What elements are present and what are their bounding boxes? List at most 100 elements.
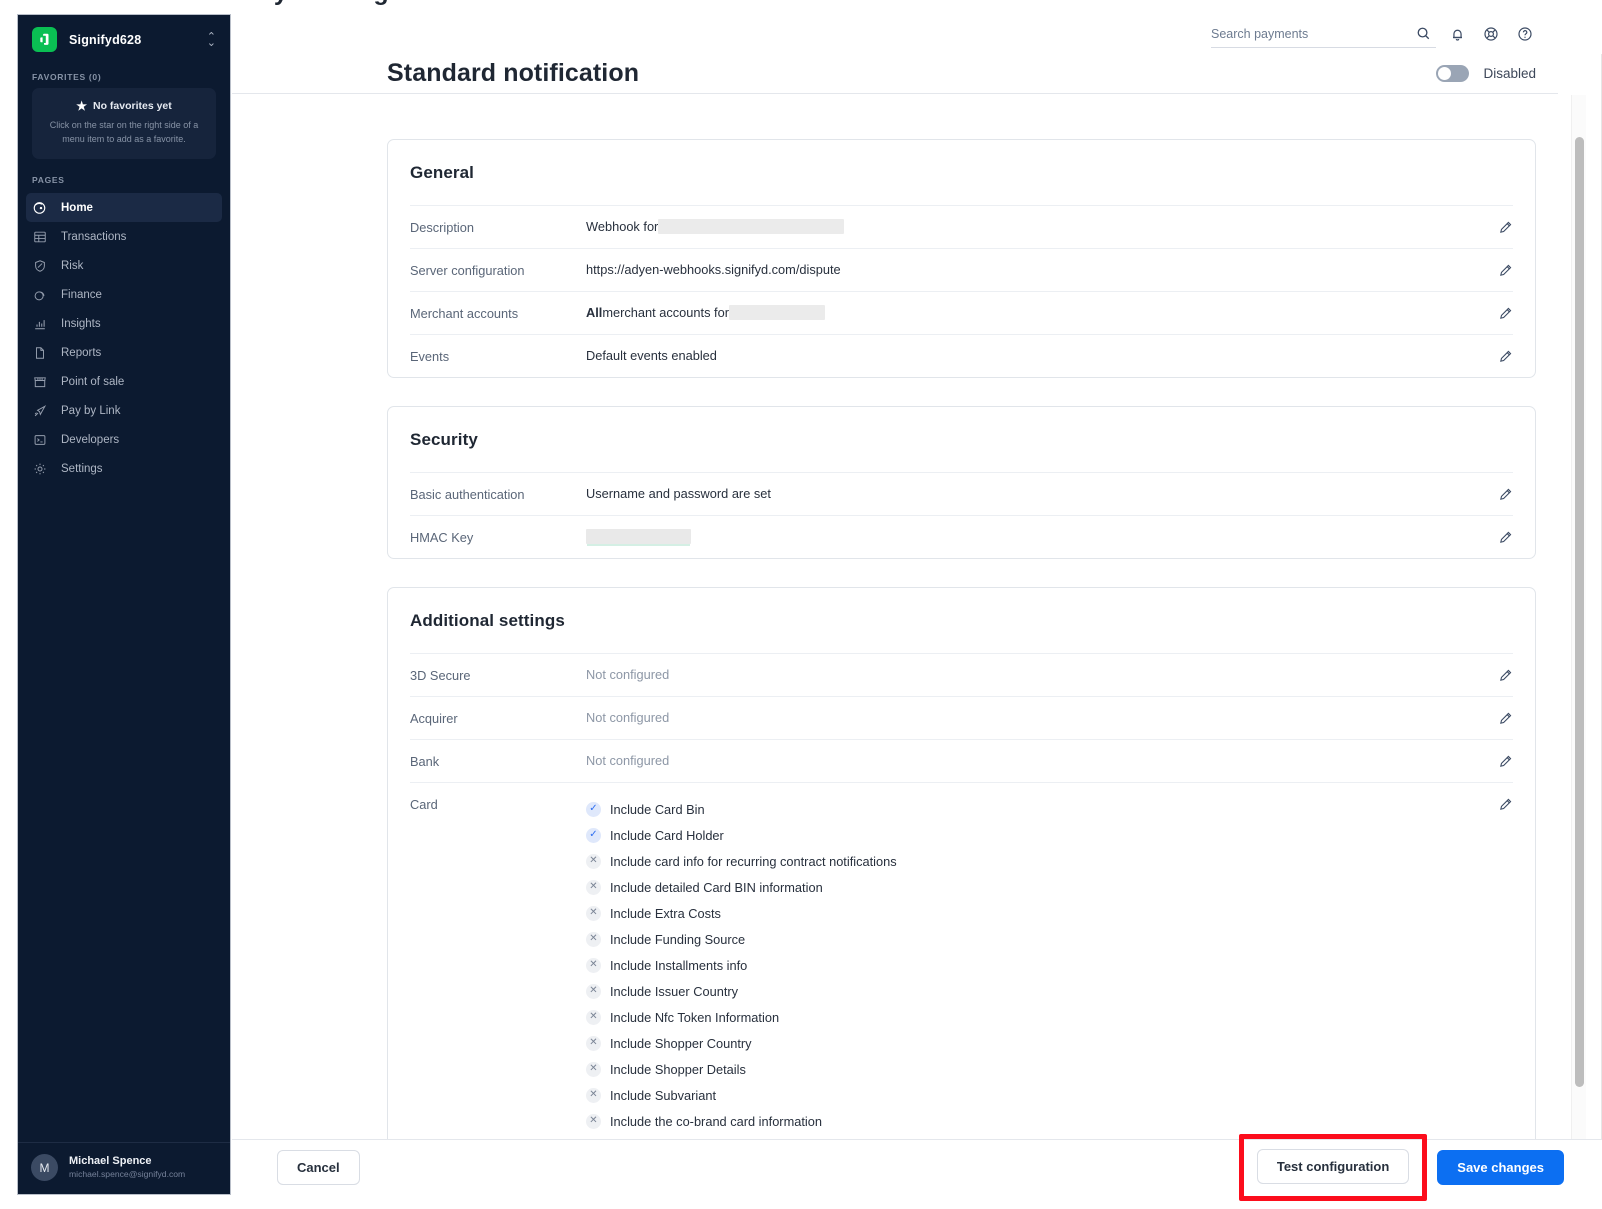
home-icon [32,200,47,215]
card-option[interactable]: ✕ Include Funding Source [586,926,1487,952]
sidebar-item-label: Insights [61,317,101,330]
row-label: Description [410,220,475,235]
card-option[interactable]: ✕ Include detailed Card BIN information [586,874,1487,900]
row-label: Events [410,349,450,364]
sidebar-item-settings[interactable]: Settings [18,454,230,483]
row-acquirer: Acquirer Not configured [410,696,1513,739]
help-icon[interactable] [1508,17,1542,51]
cross-icon: ✕ [586,983,601,999]
favorites-empty-desc: Click on the star on the right side of a… [49,120,199,144]
favorites-empty-title-text: No favorites yet [92,100,172,112]
row-value: Not configured [586,753,670,768]
card-option[interactable]: ✕ Include Nfc Token Information [586,1004,1487,1030]
row-hmac-key: HMAC Key [410,515,1513,558]
favorites-empty-card: ★ No favorites yet Click on the star on … [32,88,216,159]
scrollbar-thumb[interactable] [1575,137,1584,1087]
card-option[interactable]: ✕ Include Shopper Details [586,1056,1487,1082]
chevron-up-down-icon[interactable]: ⌃ ⌄ [207,31,216,48]
sidebar-item-reports[interactable]: Reports [18,338,230,367]
table-icon [32,229,47,244]
row-label: HMAC Key [410,530,474,545]
support-icon[interactable] [1474,17,1508,51]
card-option-label: Include Shopper Details [610,1061,746,1077]
sidebar-item-label: Settings [61,462,103,475]
pencil-icon[interactable] [1487,305,1513,321]
cross-icon: ✕ [586,1113,601,1129]
row-value: Default events enabled [586,348,717,363]
security-heading: Security [410,430,478,449]
org-switcher[interactable]: Signifyd628 ⌃ ⌄ [18,15,230,56]
enable-toggle[interactable] [1436,65,1470,82]
sidebar-item-point-of-sale[interactable]: Point of sale [18,367,230,396]
card-option-label: Include detailed Card BIN information [610,879,823,895]
pencil-icon[interactable] [1487,486,1513,502]
card-option[interactable]: ✕ Include Extra Costs [586,900,1487,926]
row-bank: Bank Not configured [410,739,1513,782]
row-label: Acquirer [410,711,458,726]
row-label: Bank [410,754,440,769]
sidebar-item-insights[interactable]: Insights [18,309,230,338]
row-server-configuration: Server configuration https://adyen-webho… [410,248,1513,291]
pencil-icon[interactable] [1487,262,1513,278]
search-input[interactable] [1211,26,1410,41]
pencil-icon[interactable] [1487,529,1513,545]
enable-toggle-group: Disabled [1436,65,1536,82]
sidebar-item-transactions[interactable]: Transactions [18,222,230,251]
sidebar-item-developers[interactable]: Developers [18,425,230,454]
cross-icon: ✕ [586,957,601,973]
pencil-icon[interactable] [1487,710,1513,726]
row-card: Card ✓ Include Card Bin ✓ Include Card Hol… [410,782,1513,1139]
card-option[interactable]: ✕ Include Subvariant [586,1082,1487,1108]
search-box[interactable] [1211,20,1436,48]
row-merchant-accounts: Merchant accounts All merchant accounts … [410,291,1513,334]
bell-icon[interactable] [1440,17,1474,51]
gear-icon [32,461,47,476]
pencil-icon[interactable] [1487,348,1513,364]
card-option-label: Include Funding Source [610,931,746,947]
card-option[interactable]: ✕ Include card info for recurring contrac… [586,848,1487,874]
redacted-value [586,529,691,544]
row-value: Not configured [586,710,670,725]
cancel-button[interactable]: Cancel [277,1150,360,1185]
pencil-icon[interactable] [1487,796,1513,812]
sidebar-item-label: Point of sale [61,375,125,388]
row-label: Basic authentication [410,487,525,502]
pencil-icon[interactable] [1487,219,1513,235]
pencil-icon[interactable] [1487,667,1513,683]
row-label: Server configuration [410,263,525,278]
card-option[interactable]: ✕ Include Installments info [586,952,1487,978]
footer-action-bar: Cancel Test configuration Save changes [232,1134,1602,1201]
test-configuration-highlight: Test configuration [1238,1134,1428,1201]
sidebar-item-home[interactable]: Home [26,193,222,222]
search-icon[interactable] [1410,17,1436,51]
terminal-icon [32,432,47,447]
sidebar-item-finance[interactable]: Finance [18,280,230,309]
card-option-label: Include Card Holder [610,827,724,843]
settings-scroll-area: General Description Webhook for Server c… [232,95,1558,1139]
coins-icon [32,287,47,302]
sidebar-item-risk[interactable]: Risk [18,251,230,280]
additional-settings-heading: Additional settings [410,611,565,630]
cross-icon: ✕ [586,853,601,869]
cross-icon: ✕ [586,1035,601,1051]
pages-section-label: PAGES [32,175,65,185]
star-icon: ★ [76,99,87,113]
sidebar-nav: Home Transactions Risk Finance Insights … [18,193,230,483]
pencil-icon[interactable] [1487,753,1513,769]
card-option[interactable]: ✕ Include Shopper Country [586,1030,1487,1056]
card-option[interactable]: ✓ Include Card Holder [586,822,1487,848]
test-configuration-button[interactable]: Test configuration [1256,1149,1410,1184]
app-root: 4. Submit by clicking 'Test' Signifyd628… [0,0,1602,1209]
card-option[interactable]: ✓ Include Card Bin [586,796,1487,822]
cross-icon: ✕ [586,931,601,947]
row-description: Description Webhook for [410,205,1513,248]
sidebar-item-pay-by-link[interactable]: Pay by Link [18,396,230,425]
vertical-scrollbar[interactable] [1571,95,1586,1139]
card-option-label: Include Card Bin [610,801,705,817]
card-option[interactable]: ✕ Include the co-brand card information [586,1108,1487,1134]
save-changes-button[interactable]: Save changes [1437,1150,1564,1185]
redacted-value [728,305,825,320]
sidebar-user-profile[interactable]: M Michael Spence michael.spence@signifyd… [18,1142,230,1194]
card-option[interactable]: ✕ Include Issuer Country [586,978,1487,1004]
sidebar: Signifyd628 ⌃ ⌄ FAVORITES (0) ★ No favori… [17,14,231,1195]
